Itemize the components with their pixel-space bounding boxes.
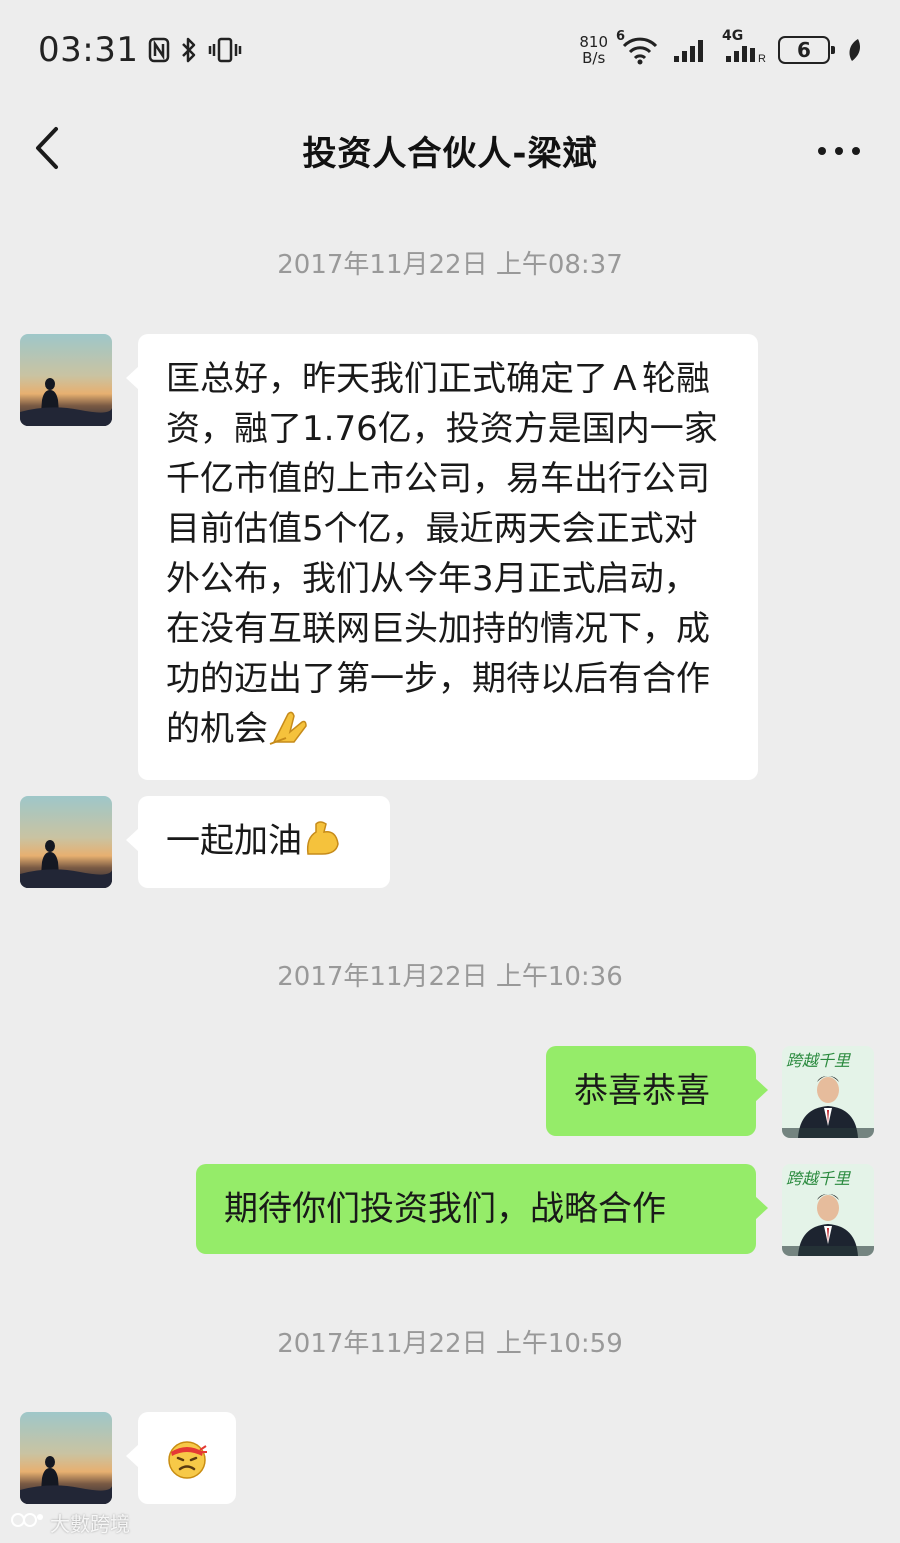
- message-text: 期待你们投资我们，战略合作: [224, 1189, 666, 1229]
- message-timestamp: 2017年11月22日 上午10:36: [277, 962, 623, 992]
- struggle-face-emoji-icon: [166, 1438, 208, 1494]
- person-silhouette-icon: [20, 378, 112, 426]
- cellular-label: 4G: [722, 28, 744, 44]
- more-options-button[interactable]: [814, 130, 864, 170]
- wifi-label: 6: [616, 29, 626, 44]
- leaf-icon: [846, 37, 862, 63]
- status-bar: 03:31 810 B/s 6 4G R 6: [0, 0, 900, 100]
- chat-header: 投资人合伙人-梁斌: [0, 100, 900, 200]
- chat-title: 投资人合伙人-梁斌: [302, 133, 598, 174]
- vibrate-icon: [208, 36, 242, 64]
- battery-indicator: 6: [778, 36, 835, 64]
- watermark-text: 大數跨境: [50, 1512, 130, 1536]
- chevron-left-icon: [32, 125, 62, 175]
- contact-avatar[interactable]: [20, 334, 112, 426]
- battery-level: 6: [797, 38, 811, 62]
- network-speed-value: 810: [579, 33, 608, 51]
- message-text: 一起加油: [166, 821, 302, 861]
- message-timestamp: 2017年11月22日 上午10:59: [277, 1329, 623, 1359]
- svg-text:跨越千里: 跨越千里: [786, 1169, 851, 1188]
- nfc-icon: [148, 37, 170, 63]
- person-silhouette-icon: [20, 1456, 112, 1504]
- presenter-portrait-icon: 跨越千里: [782, 1046, 874, 1138]
- back-button[interactable]: [22, 122, 72, 178]
- outgoing-message-bubble[interactable]: 恭喜恭喜: [546, 1046, 768, 1136]
- my-avatar[interactable]: 跨越千里: [782, 1164, 874, 1256]
- svg-text:R: R: [758, 53, 766, 64]
- wifi-icon: 6: [616, 29, 660, 65]
- status-right: 810 B/s 6 4G R 6: [579, 28, 862, 66]
- presenter-portrait-icon: 跨越千里: [782, 1164, 874, 1256]
- contact-avatar[interactable]: [20, 796, 112, 888]
- flexed-biceps-emoji-icon: [302, 818, 342, 872]
- status-left: 03:31: [38, 30, 242, 70]
- incoming-message-bubble[interactable]: [126, 1412, 236, 1504]
- status-time: 03:31: [38, 30, 139, 70]
- contact-avatar[interactable]: [20, 1412, 112, 1504]
- bluetooth-icon: [180, 36, 198, 64]
- watermark-logo-icon: [10, 1509, 44, 1536]
- incoming-message-bubble[interactable]: 匡总好，昨天我们正式确定了Ａ轮融资，融了1.76亿，投资方是国内一家千亿市值的上…: [126, 334, 758, 780]
- signal-icon: [672, 36, 710, 64]
- more-dots-icon: [817, 141, 861, 160]
- network-speed: 810 B/s: [579, 34, 608, 66]
- outgoing-message-bubble[interactable]: 期待你们投资我们，战略合作: [196, 1164, 768, 1254]
- cellular-4g-icon: 4G R: [722, 28, 766, 64]
- my-avatar[interactable]: 跨越千里: [782, 1046, 874, 1138]
- network-speed-unit: B/s: [582, 49, 606, 67]
- message-text: 匡总好，昨天我们正式确定了Ａ轮融资，融了1.76亿，投资方是国内一家千亿市值的上…: [166, 359, 718, 749]
- svg-text:跨越千里: 跨越千里: [786, 1051, 851, 1070]
- message-text: 恭喜恭喜: [574, 1071, 710, 1111]
- incoming-message-bubble[interactable]: 一起加油: [126, 796, 390, 888]
- watermark: 大數跨境: [10, 1508, 130, 1537]
- person-silhouette-icon: [20, 840, 112, 888]
- message-timestamp: 2017年11月22日 上午08:37: [277, 250, 623, 280]
- folded-hands-emoji-icon: [268, 708, 310, 760]
